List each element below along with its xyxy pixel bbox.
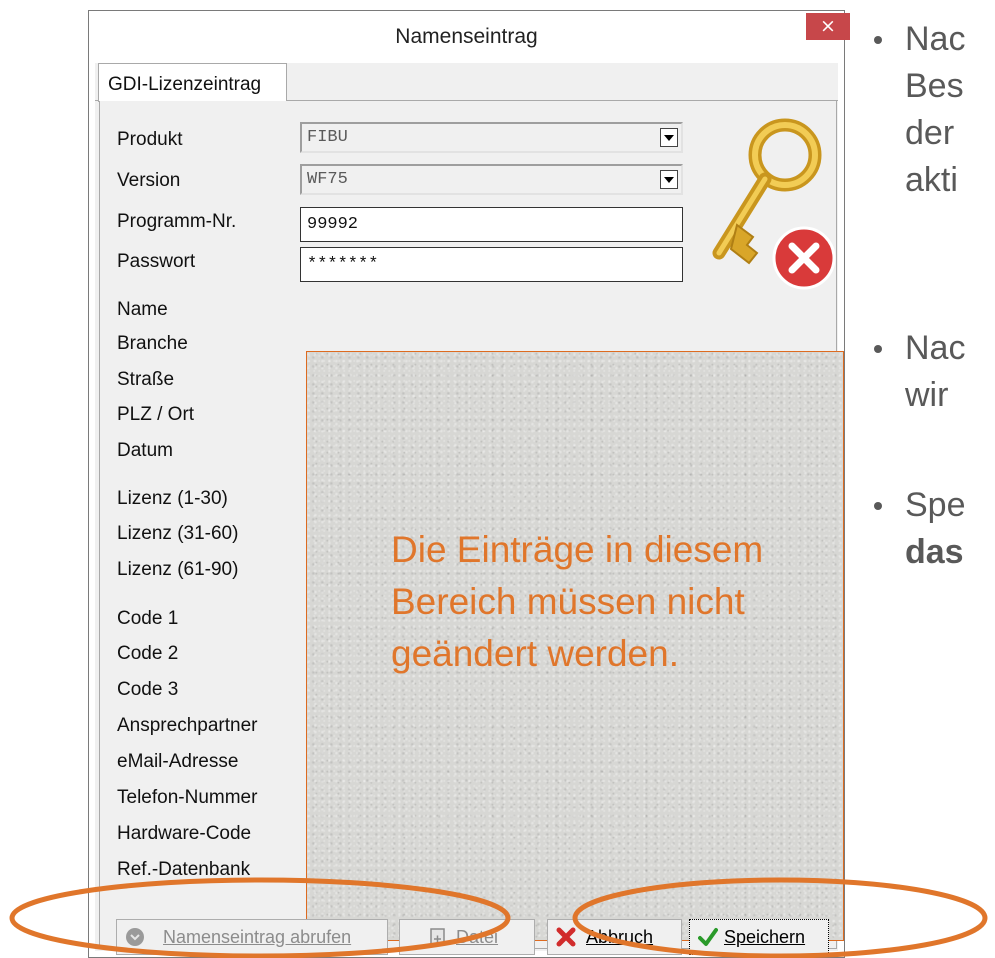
highlight-ellipse-left — [9, 877, 511, 958]
highlight-ellipse-right — [572, 877, 988, 958]
highlight-overlay — [9, 877, 988, 958]
